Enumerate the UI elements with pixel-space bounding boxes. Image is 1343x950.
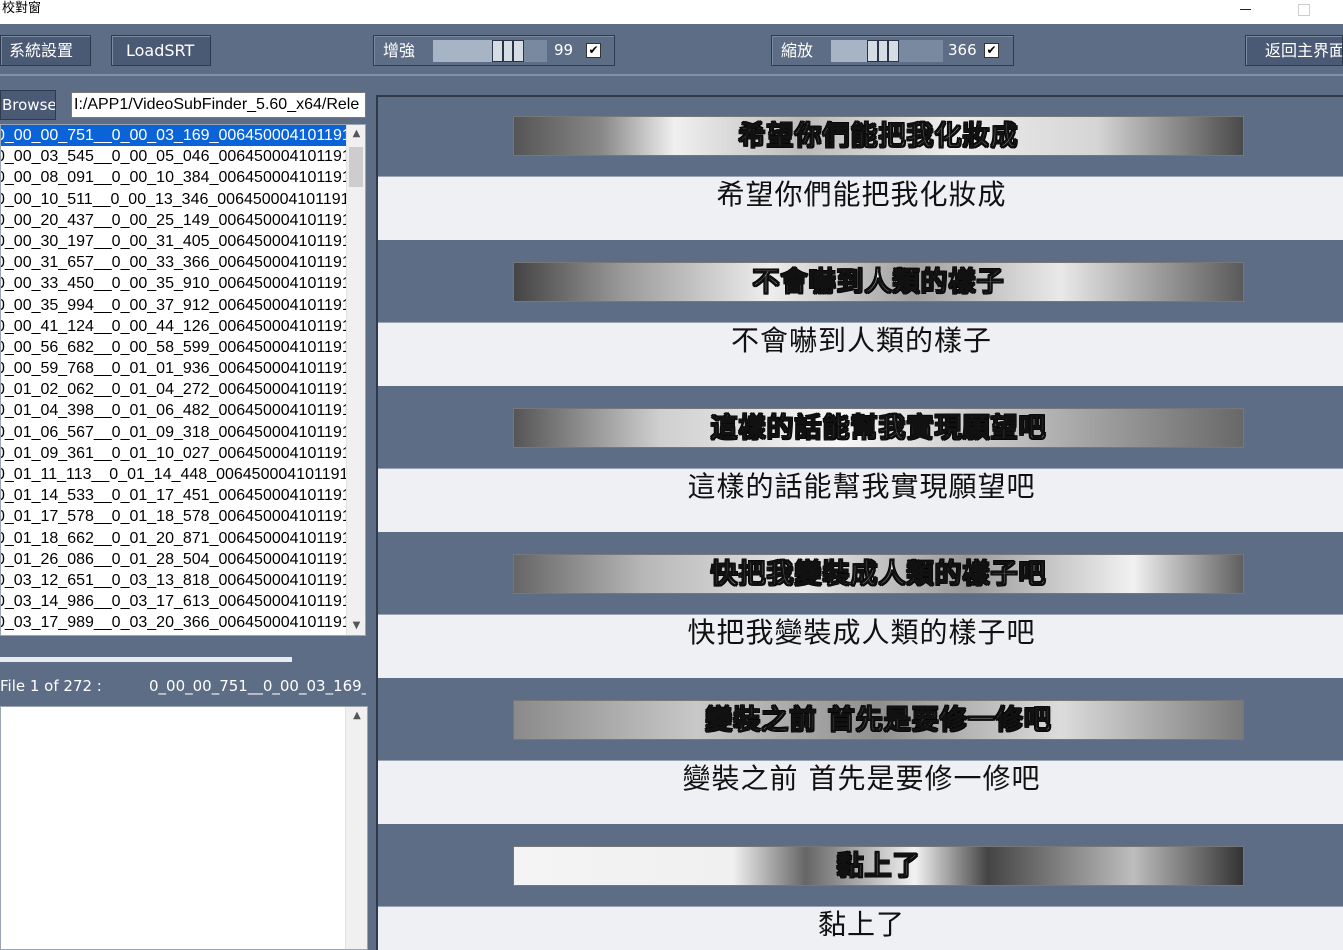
- zoom-checkbox[interactable]: ✔: [984, 43, 999, 58]
- back-to-main-button[interactable]: 返回主界面: [1245, 35, 1343, 66]
- scroll-down-icon[interactable]: ▼: [347, 617, 365, 635]
- enhance-control: 增強 99 ✔: [373, 35, 615, 66]
- file-list-item[interactable]: 0_01_02_062__0_01_04_272_006450004101191: [1, 379, 346, 400]
- zoom-value: 366: [948, 41, 977, 59]
- subtitle-frame-image: 這樣的話能幫我實現願望吧: [513, 408, 1244, 448]
- progress-bar: [0, 657, 292, 662]
- subtitle-frame-image: 變裝之前 首先是要修一修吧: [513, 700, 1244, 740]
- subtitle-image-text: 變裝之前 首先是要修一修吧: [705, 705, 1052, 737]
- enhance-value: 99: [554, 41, 574, 59]
- subtitle-image-text: 這樣的話能幫我實現願望吧: [710, 413, 1047, 445]
- subtitle-image-text: 希望你們能把我化妝成: [738, 121, 1019, 153]
- file-list-scrollbar[interactable]: ▲ ▼: [346, 125, 365, 635]
- file-list-item[interactable]: 0_03_14_986__0_03_17_613_006450004101191: [1, 591, 346, 612]
- file-list-item[interactable]: 0_01_06_567__0_01_09_318_006450004101191: [1, 422, 346, 443]
- file-list[interactable]: 0_00_00_751__0_00_03_169_006450004101191…: [0, 124, 366, 636]
- file-list-item[interactable]: 0_01_09_361__0_01_10_027_006450004101191: [1, 443, 346, 464]
- file-list-item[interactable]: 0_00_20_437__0_00_25_149_006450004101191: [1, 210, 346, 231]
- enhance-slider-thumb[interactable]: [492, 40, 524, 62]
- subtitle-ocr-text[interactable]: 快把我變裝成人類的樣子吧: [378, 615, 1343, 651]
- file-list-item[interactable]: 0_03_17_989__0_03_20_366_006450004101191: [1, 612, 346, 633]
- file-list-item[interactable]: 0_00_41_124__0_00_44_126_006450004101191: [1, 316, 346, 337]
- subtitle-ocr-box[interactable]: 變裝之前 首先是要修一修吧: [378, 760, 1343, 824]
- subtitle-card: 希望你們能把我化妝成 希望你們能把我化妝成: [378, 97, 1343, 243]
- loadsrt-button[interactable]: LoadSRT: [111, 35, 211, 66]
- file-list-item[interactable]: 0_00_00_751__0_00_03_169_006450004101191: [1, 125, 346, 147]
- file-list-rows: 0_00_00_751__0_00_03_169_006450004101191…: [1, 125, 346, 634]
- file-list-item[interactable]: 0_00_31_657__0_00_33_366_006450004101191: [1, 252, 346, 273]
- subtitle-frame-image: 黏上了: [513, 846, 1244, 886]
- subtitle-image-text: 快把我變裝成人類的樣子吧: [710, 559, 1047, 591]
- file-list-item[interactable]: 0_00_03_545__0_00_05_046_006450004101191: [1, 146, 346, 167]
- subtitle-frame-image: 希望你們能把我化妝成: [513, 116, 1244, 156]
- subtitle-image-text: 黏上了: [836, 851, 921, 883]
- subtitle-ocr-box[interactable]: 這樣的話能幫我實現願望吧: [378, 468, 1343, 532]
- title-bar: 校對窗: [0, 0, 1343, 24]
- file-list-item[interactable]: 0_00_59_768__0_01_01_936_006450004101191: [1, 358, 346, 379]
- subtitle-ocr-box[interactable]: 不會嚇到人類的樣子: [378, 322, 1343, 386]
- file-list-item[interactable]: 0_00_30_197__0_00_31_405_006450004101191: [1, 231, 346, 252]
- file-list-item[interactable]: 0_00_08_091__0_00_10_384_006450004101191: [1, 167, 346, 188]
- subtitle-ocr-box[interactable]: 希望你們能把我化妝成: [378, 176, 1343, 240]
- text-editor[interactable]: ▲: [0, 706, 368, 950]
- subtitle-card: 黏上了 黏上了: [378, 827, 1343, 950]
- subtitle-ocr-text[interactable]: 不會嚇到人類的樣子: [378, 323, 1343, 359]
- path-input[interactable]: I:/APP1/VideoSubFinder_5.60_x64/Rele: [71, 92, 366, 118]
- scroll-up-icon[interactable]: ▲: [347, 125, 365, 143]
- subtitle-frame-image: 快把我變裝成人類的樣子吧: [513, 554, 1244, 594]
- file-list-item[interactable]: 0_01_04_398__0_01_06_482_006450004101191: [1, 400, 346, 421]
- zoom-slider-thumb[interactable]: [867, 40, 899, 62]
- enhance-checkbox[interactable]: ✔: [586, 43, 601, 58]
- file-list-item[interactable]: 0_01_11_113__0_01_14_448_006450004101191: [1, 464, 346, 485]
- window-title: 校對窗: [2, 1, 42, 16]
- subtitle-ocr-text[interactable]: 變裝之前 首先是要修一修吧: [378, 761, 1343, 797]
- subtitle-ocr-box[interactable]: 黏上了: [378, 906, 1343, 950]
- current-file-name: 0_00_00_751__0_00_03_169_: [149, 677, 366, 695]
- subtitle-ocr-box[interactable]: 快把我變裝成人類的樣子吧: [378, 614, 1343, 678]
- file-list-item[interactable]: 0_01_18_662__0_01_20_871_006450004101191: [1, 528, 346, 549]
- minimize-icon[interactable]: [1234, 3, 1256, 17]
- file-list-item[interactable]: 0_00_56_682__0_00_58_599_006450004101191: [1, 337, 346, 358]
- file-list-item[interactable]: 0_01_14_533__0_01_17_451_006450004101191: [1, 485, 346, 506]
- zoom-label: 縮放: [781, 41, 814, 60]
- subtitle-ocr-text[interactable]: 這樣的話能幫我實現願望吧: [378, 469, 1343, 505]
- subtitle-ocr-text[interactable]: 希望你們能把我化妝成: [378, 177, 1343, 213]
- file-list-item[interactable]: 0_00_35_994__0_00_37_912_006450004101191: [1, 295, 346, 316]
- subtitle-ocr-text[interactable]: 黏上了: [378, 907, 1343, 943]
- enhance-slider[interactable]: [433, 40, 547, 62]
- editor-scrollbar[interactable]: ▲: [345, 707, 367, 949]
- editor-scroll-up-icon[interactable]: ▲: [346, 707, 368, 725]
- subtitle-image-text: 不會嚇到人類的樣子: [752, 267, 1005, 299]
- subtitle-card: 快把我變裝成人類的樣子吧 快把我變裝成人類的樣子吧: [378, 535, 1343, 681]
- file-info: File 1 of 272 : 0_00_00_751__0_00_03_169…: [0, 676, 366, 698]
- subtitle-frame-image: 不會嚇到人類的樣子: [513, 262, 1244, 302]
- browse-button[interactable]: Browse: [0, 90, 56, 120]
- subtitle-card: 變裝之前 首先是要修一修吧 變裝之前 首先是要修一修吧: [378, 681, 1343, 827]
- zoom-control: 縮放 366 ✔: [771, 35, 1014, 66]
- file-list-item[interactable]: 0_00_10_511__0_00_13_346_006450004101191: [1, 189, 346, 210]
- subtitle-card: 不會嚇到人類的樣子 不會嚇到人類的樣子: [378, 243, 1343, 389]
- file-list-item[interactable]: 0_00_33_450__0_00_35_910_006450004101191: [1, 273, 346, 294]
- zoom-slider[interactable]: [831, 40, 943, 62]
- scroll-thumb[interactable]: [349, 147, 363, 187]
- maximize-icon[interactable]: [1294, 1, 1310, 17]
- toolbar: 系統設置 LoadSRT 增強 99 ✔ 縮放 366 ✔ 返回主界面: [0, 24, 1343, 76]
- file-counter: File 1 of 272 :: [0, 677, 102, 695]
- file-list-item[interactable]: 0_01_26_086__0_01_28_504_006450004101191: [1, 549, 346, 570]
- subtitle-card: 這樣的話能幫我實現願望吧 這樣的話能幫我實現願望吧: [378, 389, 1343, 535]
- subtitle-panel: 希望你們能把我化妝成 希望你們能把我化妝成 不會嚇到人類的樣子 不會嚇到人類的樣子 這樣…: [376, 95, 1343, 950]
- file-list-item[interactable]: 0_01_17_578__0_01_18_578_006450004101191: [1, 506, 346, 527]
- enhance-label: 增強: [383, 41, 416, 60]
- settings-button[interactable]: 系統設置: [0, 35, 91, 66]
- file-list-item[interactable]: 0_03_12_651__0_03_13_818_006450004101191: [1, 570, 346, 591]
